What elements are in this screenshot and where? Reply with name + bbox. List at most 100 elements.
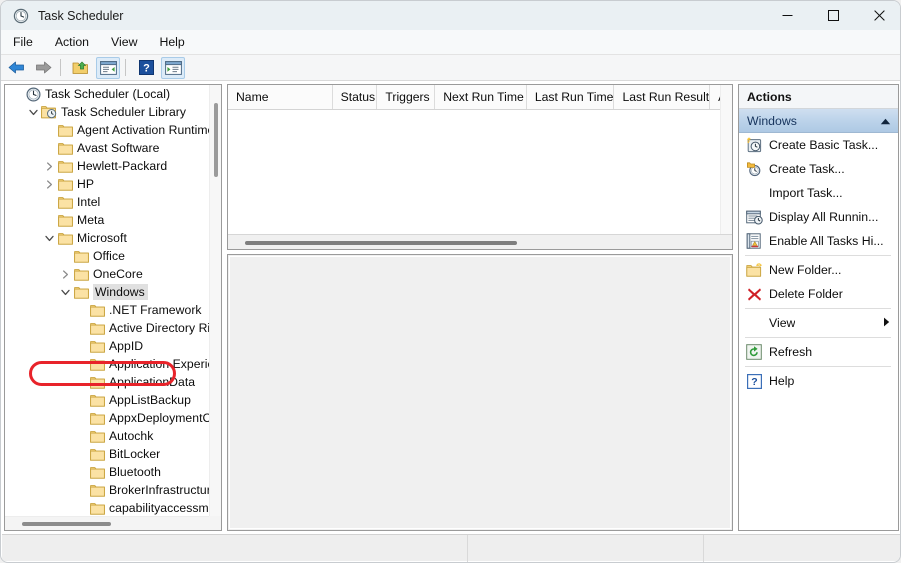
action-create-task[interactable]: Create Task... <box>739 157 898 181</box>
tree-item-label: Bluetooth <box>109 465 161 479</box>
actions-item-list: Create Basic Task... Create Task... Import… <box>739 133 898 393</box>
task-list-vertical-scrollbar[interactable] <box>720 85 732 234</box>
column-header-label: Triggers <box>385 90 430 104</box>
tree-item-label: Intel <box>77 195 101 209</box>
back-button[interactable] <box>4 57 28 79</box>
tree-item-hp[interactable]: HP <box>5 175 209 193</box>
action-new-folder[interactable]: New Folder... <box>739 258 898 282</box>
action-help[interactable]: ? Help <box>739 369 898 393</box>
tree-item-bitlocker[interactable]: BitLocker <box>5 445 209 463</box>
column-header-triggers[interactable]: Triggers <box>377 85 436 109</box>
tree-item-microsoft[interactable]: Microsoft <box>5 229 209 247</box>
tree-item-onecore[interactable]: OneCore <box>5 265 209 283</box>
tree-item-task-scheduler-library[interactable]: Task Scheduler Library <box>5 103 209 121</box>
action-enable-all-tasks-hi[interactable]: Enable All Tasks Hi... <box>739 229 898 253</box>
tree-item-label: Hewlett-Packard <box>77 159 168 173</box>
tree-item-label: .NET Framework <box>109 303 202 317</box>
toolbar: ? <box>1 55 900 81</box>
tree-chevron-placeholder <box>41 193 57 211</box>
display-running-tasks-icon <box>745 210 763 225</box>
tree-item-label: Windows <box>93 284 148 300</box>
tree-item-avast-software[interactable]: Avast Software <box>5 139 209 157</box>
tree-horizontal-scrollbar[interactable] <box>5 516 209 530</box>
action-delete-folder[interactable]: Delete Folder <box>739 282 898 306</box>
column-header-last-run-result[interactable]: Last Run Result <box>614 85 711 109</box>
tree-item-label: AppxDeploymentClient <box>109 411 209 425</box>
tree-item-application-experience[interactable]: Application Experience <box>5 355 209 373</box>
show-hide-console-tree-button[interactable] <box>96 56 120 79</box>
folder-icon <box>89 302 105 318</box>
tree-item-appid[interactable]: AppID <box>5 337 209 355</box>
action-label: Display All Runnin... <box>769 210 879 224</box>
help-button[interactable]: ? <box>134 57 158 79</box>
tree-item-label: Autochk <box>109 429 154 443</box>
action-display-all-runnin[interactable]: Display All Runnin... <box>739 205 898 229</box>
action-refresh[interactable]: Refresh <box>739 340 898 364</box>
chevron-right-icon[interactable] <box>41 175 57 193</box>
chevron-right-icon[interactable] <box>57 265 73 283</box>
folder-icon <box>89 320 105 336</box>
menu-action[interactable]: Action <box>45 32 99 52</box>
tree-item-task-scheduler-local[interactable]: Task Scheduler (Local) <box>5 85 209 103</box>
tree-horizontal-scroll-thumb[interactable] <box>22 522 111 526</box>
show-hide-action-pane-button[interactable] <box>161 56 185 79</box>
forward-button[interactable] <box>31 57 55 79</box>
tree-item-meta[interactable]: Meta <box>5 211 209 229</box>
column-header-last-run-time[interactable]: Last Run Time <box>527 85 615 109</box>
refresh-icon <box>745 344 763 360</box>
tree-item-bluetooth[interactable]: Bluetooth <box>5 463 209 481</box>
tree-chevron-placeholder <box>57 247 73 265</box>
minimize-button[interactable] <box>764 1 810 30</box>
tree-chevron-placeholder <box>73 409 89 427</box>
chevron-up-icon[interactable] <box>880 114 891 128</box>
tree-item-hewlett-packard[interactable]: Hewlett-Packard <box>5 157 209 175</box>
action-import-task[interactable]: Import Task... <box>739 181 898 205</box>
column-header-next-run-time[interactable]: Next Run Time <box>435 85 527 109</box>
action-view[interactable]: View <box>739 311 898 335</box>
tree-vertical-scrollbar[interactable] <box>209 85 221 516</box>
tree-item-autochk[interactable]: Autochk <box>5 427 209 445</box>
menu-view[interactable]: View <box>101 32 147 52</box>
tree-item-applistbackup[interactable]: AppListBackup <box>5 391 209 409</box>
close-button[interactable] <box>856 1 900 30</box>
tree-item-agent-activation-runtime[interactable]: Agent Activation Runtime <box>5 121 209 139</box>
enable-all-tasks-history-icon <box>745 233 763 249</box>
chevron-down-icon[interactable] <box>57 283 73 301</box>
folder-icon <box>57 122 73 138</box>
tree-item-intel[interactable]: Intel <box>5 193 209 211</box>
chevron-right-icon[interactable] <box>41 157 57 175</box>
tree-item-net-framework[interactable]: .NET Framework <box>5 301 209 319</box>
tree-item-active-directory-rights-management[interactable]: Active Directory Rights Management <box>5 319 209 337</box>
tree-item-label: Meta <box>77 213 105 227</box>
tree-item-appxdeploymentclient[interactable]: AppxDeploymentClient <box>5 409 209 427</box>
action-create-basic-task[interactable]: Create Basic Task... <box>739 133 898 157</box>
task-list-horizontal-scroll-thumb[interactable] <box>245 241 517 245</box>
up-one-level-button[interactable] <box>69 57 93 79</box>
title-bar: Task Scheduler <box>1 1 900 30</box>
task-list-horizontal-scrollbar[interactable] <box>228 234 732 249</box>
action-label: Enable All Tasks Hi... <box>769 234 884 248</box>
menu-help[interactable]: Help <box>149 32 194 52</box>
tree-chevron-placeholder <box>73 319 89 337</box>
task-details-inner <box>229 256 731 529</box>
menu-file[interactable]: File <box>3 32 43 52</box>
svg-text:?: ? <box>143 62 150 74</box>
maximize-button[interactable] <box>810 1 856 30</box>
tree-item-label: ApplicationData <box>109 375 196 389</box>
column-header-name[interactable]: Name <box>228 85 333 109</box>
chevron-down-icon[interactable] <box>25 103 41 121</box>
tree-item-capabilityaccessmanager[interactable]: capabilityaccessmanager <box>5 499 209 516</box>
tree-item-applicationdata[interactable]: ApplicationData <box>5 373 209 391</box>
tree-vertical-scroll-thumb[interactable] <box>214 103 218 177</box>
tree-item-label: AppID <box>109 339 144 353</box>
tree-item-brokerinfrastructure[interactable]: BrokerInfrastructure <box>5 481 209 499</box>
tree-item-windows[interactable]: Windows <box>5 283 209 301</box>
tree-scroll-area[interactable]: Task Scheduler (Local) Task Scheduler Lib… <box>5 85 209 516</box>
chevron-down-icon[interactable] <box>41 229 57 247</box>
tree-item-label: BrokerInfrastructure <box>109 483 209 497</box>
new-folder-icon <box>745 263 763 277</box>
actions-group-header[interactable]: Windows <box>739 109 898 133</box>
tree-item-office[interactable]: Office <box>5 247 209 265</box>
tree-item-label: HP <box>77 177 95 191</box>
column-header-status[interactable]: Status <box>333 85 378 109</box>
